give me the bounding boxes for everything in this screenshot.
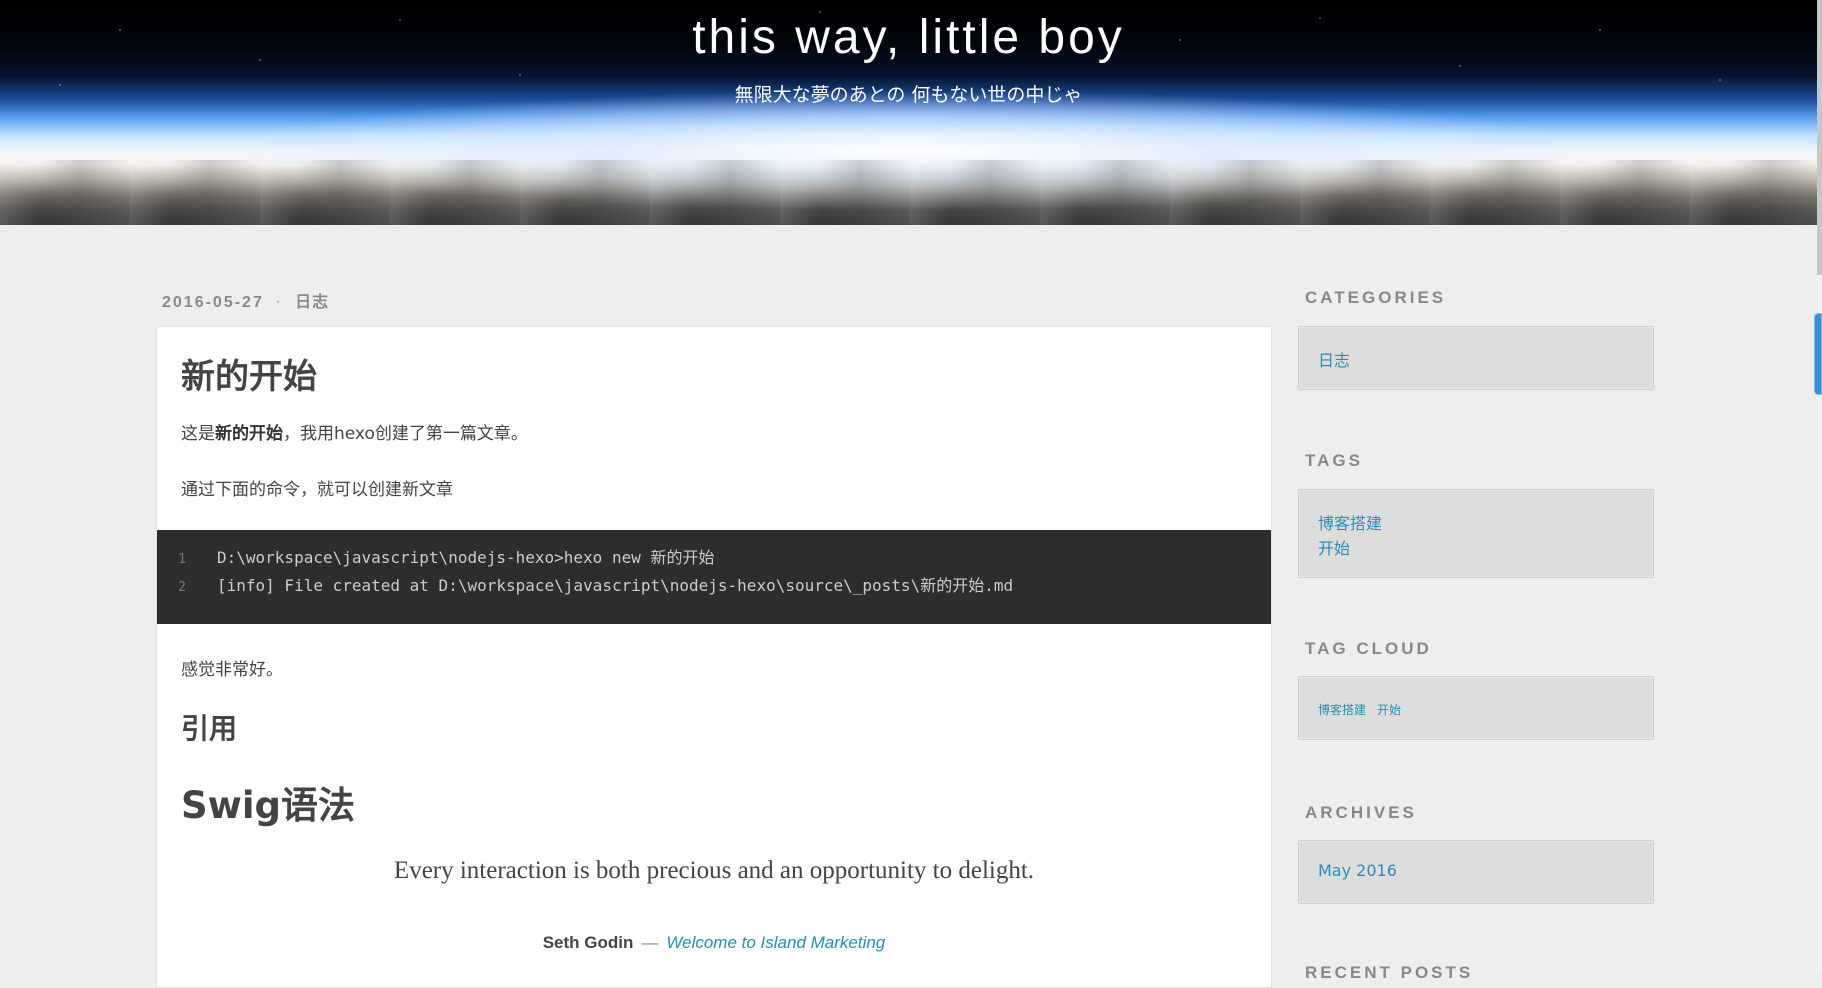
tagcloud-widget: 博客搭建 开始: [1298, 676, 1654, 740]
categories-title: CATEGORIES: [1305, 288, 1447, 307]
paragraph-feeling: 感觉非常好。: [181, 660, 283, 680]
site-title[interactable]: this way, little boy: [0, 10, 1817, 65]
recent-posts-title: RECENT POSTS: [1305, 963, 1474, 982]
heading-quote: 引用: [181, 712, 238, 745]
tag-link-start[interactable]: 开始: [1318, 535, 1350, 559]
post-title[interactable]: 新的开始: [181, 349, 317, 398]
code-line: 2 [info] File created at D:\workspace\jav…: [157, 572, 1013, 600]
archives-title: ARCHIVES: [1305, 803, 1417, 822]
paragraph-intro: 这是新的开始，我用hexo创建了第一篇文章。: [181, 419, 528, 444]
article-card: 新的开始 这是新的开始，我用hexo创建了第一篇文章。 通过下面的命令，就可以创…: [156, 326, 1272, 988]
code-text: D:\workspace\javascript\nodejs-hexo>hexo…: [217, 548, 715, 567]
header-banner: this way, little boy 無限大な夢のあとの 何もない世の中じゃ: [0, 0, 1817, 225]
site-subtitle: 無限大な夢のあとの 何もない世の中じゃ: [734, 84, 1083, 106]
line-number: 2: [178, 580, 186, 595]
tag-link-blog-setup[interactable]: 博客搭建: [1318, 510, 1382, 534]
intro-prefix: 这是: [181, 424, 215, 444]
post-meta: 2016-05-27 · 日志: [162, 288, 329, 312]
heading-swig: Swig语法: [181, 784, 355, 827]
tags-title: TAGS: [1305, 451, 1363, 470]
tagcloud-link-blog-setup[interactable]: 博客搭建: [1318, 701, 1366, 718]
meta-separator: ·: [275, 294, 284, 311]
intro-bold: 新的开始: [215, 424, 283, 444]
page-scrollbar[interactable]: [1817, 0, 1822, 971]
intro-suffix: ，我用hexo创建了第一篇文章。: [283, 424, 528, 444]
archives-widget: May 2016: [1298, 840, 1654, 904]
cite-author: Seth Godin: [542, 933, 634, 952]
categories-widget: 日志: [1298, 326, 1654, 390]
scrollbar-thumb[interactable]: [1817, 0, 1822, 275]
blockquote-citation: Seth Godin — Welcome to Island Marketing: [157, 933, 1271, 953]
post-category-link[interactable]: 日志: [295, 294, 329, 311]
cite-link[interactable]: Welcome to Island Marketing: [666, 933, 885, 952]
cite-dash: —: [641, 933, 659, 952]
category-link-rizhi[interactable]: 日志: [1318, 347, 1350, 371]
code-text: [info] File created at D:\workspace\java…: [217, 576, 1014, 595]
tagcloud-link-start[interactable]: 开始: [1377, 701, 1401, 718]
tagcloud-title: TAG CLOUD: [1305, 639, 1432, 658]
side-floating-tab[interactable]: [1814, 313, 1822, 395]
archive-link-may-2016[interactable]: May 2016: [1318, 861, 1397, 880]
line-number: 1: [178, 552, 186, 567]
tags-widget: 博客搭建 开始: [1298, 489, 1654, 578]
blockquote-text: Every interaction is both precious and a…: [393, 857, 1035, 884]
code-block: 1 D:\workspace\javascript\nodejs-hexo>hex…: [157, 530, 1271, 624]
post-date[interactable]: 2016-05-27: [162, 294, 264, 311]
banner-clouds: [0, 160, 1817, 225]
paragraph-command-intro: 通过下面的命令，就可以创建新文章: [181, 480, 453, 500]
code-line: 1 D:\workspace\javascript\nodejs-hexo>hex…: [157, 544, 714, 572]
